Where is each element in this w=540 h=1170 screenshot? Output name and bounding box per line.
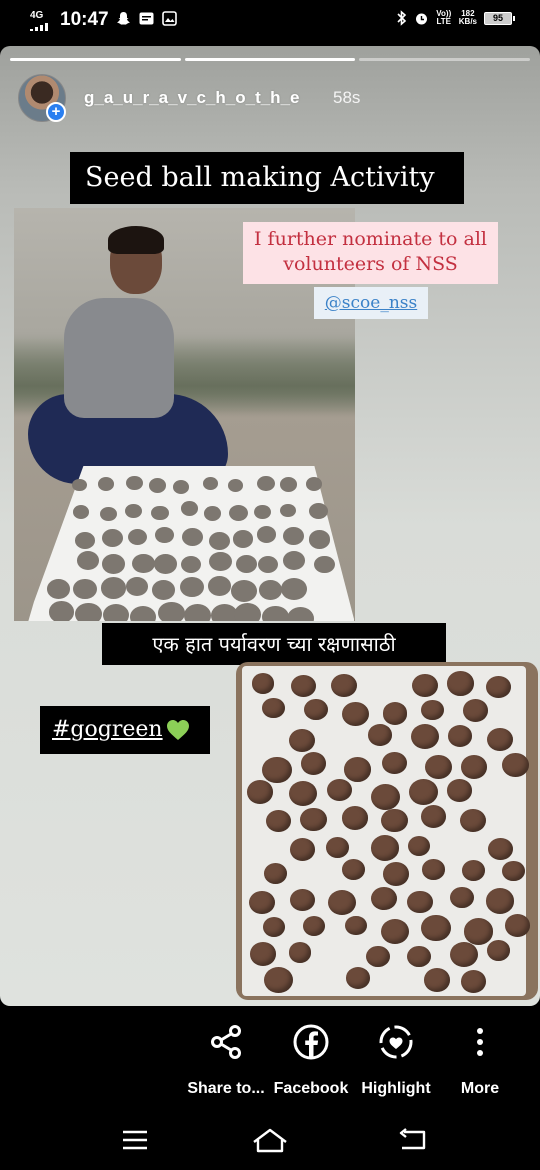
hashtag-text[interactable]: #gogreen bbox=[52, 717, 163, 742]
story-view[interactable]: + g_a_u_r_a_v_c_h_o_t_h_e 58s Seed ball … bbox=[0, 46, 540, 1006]
facebook-icon bbox=[293, 1024, 329, 1060]
highlight-icon bbox=[379, 1025, 413, 1059]
progress-segment bbox=[10, 58, 181, 61]
back-icon[interactable] bbox=[390, 1126, 430, 1154]
share-to-label: Share to... bbox=[187, 1080, 265, 1097]
more-button[interactable]: More bbox=[435, 1022, 525, 1098]
network-speed: 182 KB/s bbox=[459, 10, 477, 26]
highlight-button[interactable]: Highlight bbox=[351, 1022, 441, 1098]
more-label: More bbox=[460, 1080, 500, 1097]
status-bar: 4G 10:47 Vo)) LTE 182 KB/s 95 bbox=[0, 0, 540, 44]
progress-segment bbox=[184, 58, 356, 61]
menu-icon[interactable] bbox=[115, 1126, 155, 1154]
home-icon[interactable] bbox=[250, 1126, 290, 1154]
share-to-button[interactable]: Share to... bbox=[181, 1022, 271, 1098]
mention-link[interactable]: @scoe_nss bbox=[325, 293, 417, 313]
marathi-caption: एक हात पर्यावरण च्या रक्षणासाठी bbox=[102, 623, 446, 665]
more-icon bbox=[477, 1028, 483, 1056]
mention-sticker[interactable]: @scoe_nss bbox=[314, 287, 428, 319]
story-title: Seed ball making Activity bbox=[70, 152, 464, 204]
seed-balls-photo bbox=[236, 662, 538, 1000]
nominate-sticker: I further nominate to all volunteers of … bbox=[243, 222, 498, 284]
clock: 10:47 bbox=[60, 9, 109, 30]
add-story-icon[interactable]: + bbox=[46, 102, 66, 122]
facebook-button[interactable]: Facebook bbox=[266, 1022, 356, 1098]
progress-segment bbox=[359, 58, 531, 61]
battery-icon: 95 bbox=[484, 11, 515, 25]
story-time-ago: 58s bbox=[333, 88, 361, 107]
navigation-bar bbox=[0, 1110, 540, 1170]
story-username[interactable]: g_a_u_r_a_v_c_h_o_t_h_e bbox=[84, 88, 299, 108]
battery-level: 95 bbox=[492, 12, 503, 23]
highlight-label: Highlight bbox=[361, 1080, 431, 1097]
story-progress bbox=[10, 58, 531, 61]
speed-unit: KB/s bbox=[458, 17, 477, 26]
gallery-icon bbox=[162, 11, 177, 26]
signal-icon bbox=[30, 23, 48, 31]
news-app-icon bbox=[139, 11, 154, 26]
snapchat-icon bbox=[116, 11, 131, 26]
alarm-icon bbox=[415, 13, 427, 24]
green-heart-icon bbox=[166, 720, 189, 740]
network-indicator: 4G bbox=[30, 11, 48, 31]
volte-indicator: Vo)) LTE bbox=[436, 9, 452, 26]
share-icon bbox=[211, 1025, 241, 1059]
hashtag-sticker[interactable]: #gogreen bbox=[40, 706, 210, 754]
bluetooth-icon bbox=[397, 10, 406, 26]
network-type: 4G bbox=[30, 10, 44, 21]
story-actions: Share to... Facebook Highlight More bbox=[0, 1010, 540, 1110]
facebook-label: Facebook bbox=[273, 1080, 349, 1097]
